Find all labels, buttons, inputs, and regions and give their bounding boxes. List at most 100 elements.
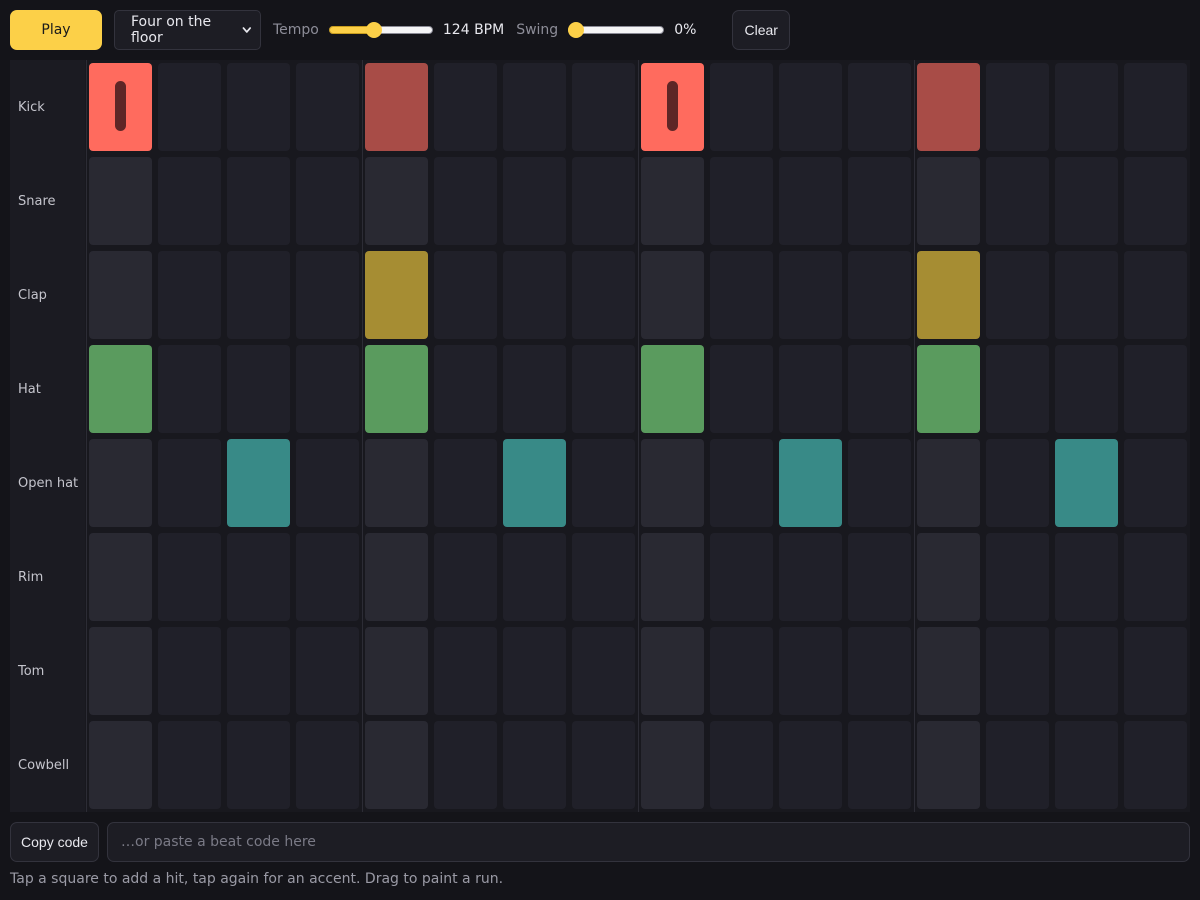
step-cell[interactable] — [917, 533, 980, 621]
step-cell[interactable] — [158, 345, 221, 433]
copy-code-button[interactable]: Copy code — [10, 822, 99, 862]
step-cell[interactable] — [986, 533, 1049, 621]
step-cell[interactable] — [89, 439, 152, 527]
step-cell[interactable] — [158, 439, 221, 527]
step-cell[interactable] — [296, 157, 359, 245]
step-cell[interactable] — [503, 345, 566, 433]
step-cell[interactable] — [1124, 439, 1187, 527]
step-cell[interactable] — [917, 721, 980, 809]
clear-button[interactable]: Clear — [732, 10, 791, 50]
step-cell[interactable] — [365, 627, 428, 715]
step-cell[interactable] — [848, 157, 911, 245]
step-cell[interactable] — [779, 721, 842, 809]
step-cell[interactable] — [365, 533, 428, 621]
step-cell[interactable] — [503, 533, 566, 621]
step-cell[interactable] — [1055, 533, 1118, 621]
step-cell[interactable] — [89, 627, 152, 715]
step-cell[interactable] — [1124, 345, 1187, 433]
step-cell[interactable] — [641, 63, 704, 151]
step-cell[interactable] — [1124, 63, 1187, 151]
step-cell[interactable] — [848, 345, 911, 433]
step-cell[interactable] — [158, 721, 221, 809]
step-cell[interactable] — [89, 157, 152, 245]
step-cell[interactable] — [296, 439, 359, 527]
step-cell[interactable] — [986, 439, 1049, 527]
step-cell[interactable] — [503, 251, 566, 339]
step-cell[interactable] — [986, 251, 1049, 339]
step-cell[interactable] — [503, 439, 566, 527]
step-cell[interactable] — [917, 627, 980, 715]
step-cell[interactable] — [158, 157, 221, 245]
step-cell[interactable] — [227, 627, 290, 715]
step-cell[interactable] — [572, 533, 635, 621]
step-cell[interactable] — [779, 627, 842, 715]
step-cell[interactable] — [365, 63, 428, 151]
step-cell[interactable] — [779, 251, 842, 339]
swing-slider[interactable] — [568, 20, 665, 40]
step-cell[interactable] — [710, 439, 773, 527]
step-cell[interactable] — [434, 157, 497, 245]
step-cell[interactable] — [89, 533, 152, 621]
step-cell[interactable] — [296, 721, 359, 809]
step-cell[interactable] — [848, 63, 911, 151]
play-button[interactable]: Play — [10, 10, 102, 50]
step-cell[interactable] — [710, 63, 773, 151]
step-cell[interactable] — [503, 63, 566, 151]
step-cell[interactable] — [503, 157, 566, 245]
step-cell[interactable] — [434, 345, 497, 433]
step-cell[interactable] — [848, 439, 911, 527]
step-cell[interactable] — [1124, 627, 1187, 715]
step-cell[interactable] — [641, 157, 704, 245]
tempo-slider-thumb[interactable] — [365, 22, 382, 38]
step-cell[interactable] — [917, 439, 980, 527]
step-cell[interactable] — [434, 721, 497, 809]
step-cell[interactable] — [296, 627, 359, 715]
step-cell[interactable] — [227, 439, 290, 527]
step-cell[interactable] — [986, 157, 1049, 245]
step-cell[interactable] — [848, 251, 911, 339]
step-cell[interactable] — [1055, 63, 1118, 151]
step-cell[interactable] — [572, 721, 635, 809]
pattern-select[interactable]: Four on the floor — [114, 10, 261, 50]
step-cell[interactable] — [227, 533, 290, 621]
step-cell[interactable] — [89, 251, 152, 339]
step-cell[interactable] — [296, 63, 359, 151]
step-cell[interactable] — [572, 63, 635, 151]
beat-code-input[interactable] — [107, 822, 1190, 862]
step-cell[interactable] — [296, 533, 359, 621]
step-cell[interactable] — [1124, 157, 1187, 245]
step-cell[interactable] — [572, 157, 635, 245]
step-cell[interactable] — [986, 63, 1049, 151]
step-cell[interactable] — [434, 627, 497, 715]
step-cell[interactable] — [89, 345, 152, 433]
step-cell[interactable] — [296, 345, 359, 433]
step-cell[interactable] — [986, 721, 1049, 809]
step-cell[interactable] — [779, 157, 842, 245]
step-cell[interactable] — [710, 533, 773, 621]
step-cell[interactable] — [158, 63, 221, 151]
step-cell[interactable] — [227, 721, 290, 809]
step-cell[interactable] — [503, 721, 566, 809]
step-cell[interactable] — [158, 251, 221, 339]
step-cell[interactable] — [227, 63, 290, 151]
step-cell[interactable] — [503, 627, 566, 715]
step-cell[interactable] — [296, 251, 359, 339]
step-cell[interactable] — [158, 627, 221, 715]
step-cell[interactable] — [1055, 439, 1118, 527]
step-cell[interactable] — [848, 627, 911, 715]
step-cell[interactable] — [89, 721, 152, 809]
step-cell[interactable] — [710, 157, 773, 245]
step-cell[interactable] — [1055, 345, 1118, 433]
step-cell[interactable] — [848, 533, 911, 621]
step-cell[interactable] — [572, 439, 635, 527]
step-cell[interactable] — [710, 251, 773, 339]
step-cell[interactable] — [365, 345, 428, 433]
step-cell[interactable] — [365, 721, 428, 809]
step-cell[interactable] — [641, 251, 704, 339]
step-cell[interactable] — [1124, 721, 1187, 809]
step-cell[interactable] — [710, 721, 773, 809]
step-cell[interactable] — [572, 345, 635, 433]
step-cell[interactable] — [227, 157, 290, 245]
step-cell[interactable] — [641, 345, 704, 433]
step-cell[interactable] — [779, 345, 842, 433]
